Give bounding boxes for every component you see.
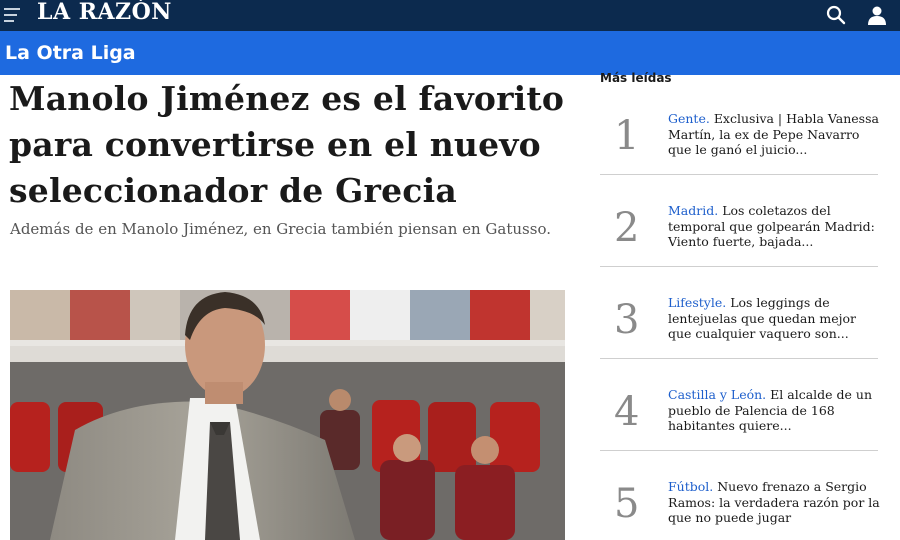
most-read-item-1[interactable]: 1 Gente. Exclusiva | Habla Vanessa Martí… [600, 111, 880, 197]
hamburger-menu-icon[interactable] [4, 8, 20, 22]
rank-category[interactable]: Castilla y León. [668, 387, 766, 402]
rank-number: 4 [614, 389, 640, 435]
divider [600, 358, 878, 359]
user-icon[interactable] [866, 5, 888, 25]
section-bar: La Otra Liga [0, 31, 900, 75]
rank-number: 3 [614, 297, 640, 343]
rank-text[interactable]: Castilla y León. El alcalde de un pueblo… [668, 387, 880, 434]
most-read-title: Más leídas [600, 71, 672, 85]
rank-text[interactable]: Madrid. Los coletazos del temporal que g… [668, 203, 880, 250]
rank-number: 2 [614, 205, 640, 251]
most-read-item-4[interactable]: 4 Castilla y León. El alcalde de un pueb… [600, 387, 878, 473]
most-read-item-2[interactable]: 2 Madrid. Los coletazos del temporal que… [600, 203, 878, 289]
most-read-item-5[interactable]: 5 Fútbol. Nuevo frenazo a Sergio Ramos: … [600, 479, 880, 540]
divider [600, 450, 878, 451]
rank-text[interactable]: Lifestyle. Los leggings de lentejuelas q… [668, 295, 880, 342]
article-subtitle: Además de en Manolo Jiménez, en Grecia t… [10, 220, 551, 238]
rank-number: 5 [614, 481, 640, 527]
top-navigation-bar: LA RAZÓN [0, 0, 900, 31]
divider [600, 174, 878, 175]
article-photo [10, 290, 565, 540]
rank-category[interactable]: Madrid. [668, 203, 718, 218]
rank-number: 1 [614, 113, 640, 159]
site-logo[interactable]: LA RAZÓN [37, 0, 172, 25]
rank-category[interactable]: Lifestyle. [668, 295, 726, 310]
divider [600, 266, 878, 267]
section-label[interactable]: La Otra Liga [5, 42, 136, 64]
rank-text[interactable]: Fútbol. Nuevo frenazo a Sergio Ramos: la… [668, 479, 880, 526]
rank-text[interactable]: Gente. Exclusiva | Habla Vanessa Martín,… [668, 111, 880, 158]
search-icon[interactable] [826, 5, 846, 25]
rank-category[interactable]: Fútbol. [668, 479, 713, 494]
article-headline: Manolo Jiménez es el favorito para conve… [9, 79, 565, 210]
rank-category[interactable]: Gente. [668, 111, 710, 126]
most-read-item-3[interactable]: 3 Lifestyle. Los leggings de lentejuelas… [600, 295, 878, 381]
